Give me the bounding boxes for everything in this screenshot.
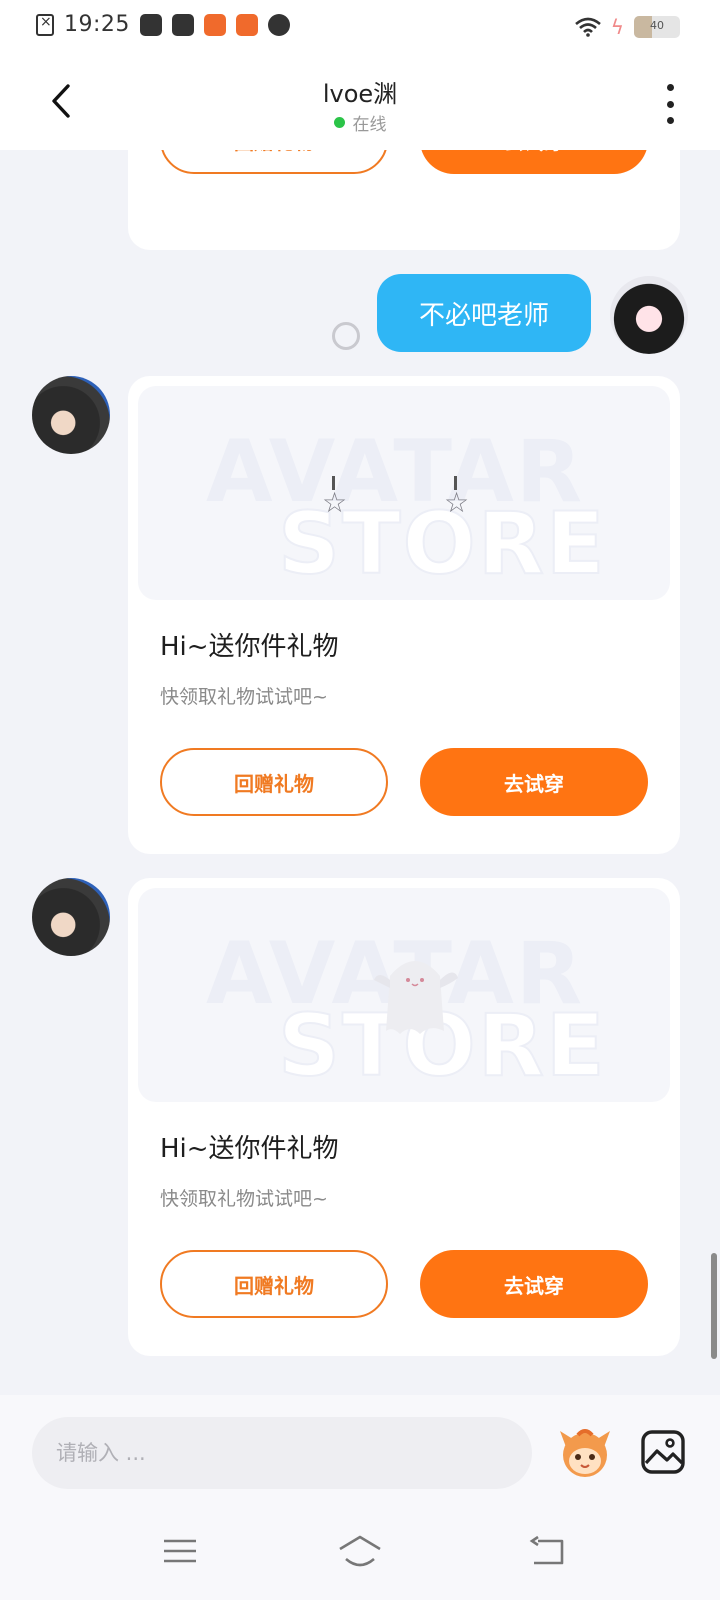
gift-back-button[interactable]: 回赠礼物 — [160, 150, 388, 174]
emoji-mascot-icon[interactable] — [556, 1425, 614, 1481]
back-icon[interactable] — [528, 1531, 568, 1571]
system-nav-bar — [0, 1503, 720, 1600]
notification-icon — [139, 13, 162, 36]
message-input-bar — [0, 1395, 720, 1503]
my-avatar[interactable] — [610, 276, 688, 354]
chat-header: lvoe渊 在线 — [0, 58, 720, 150]
try-on-button[interactable]: 去试穿 — [420, 748, 648, 816]
wifi-icon — [574, 17, 601, 37]
image-icon[interactable] — [640, 1429, 686, 1475]
gift-back-button[interactable]: 回赠礼物 — [160, 748, 388, 816]
charging-icon: ϟ — [610, 15, 624, 39]
status-bar-left: 19:25 — [36, 12, 290, 37]
online-status: 在线 — [0, 110, 720, 135]
friend-avatar[interactable] — [32, 878, 110, 956]
page-title: lvoe渊 — [322, 80, 398, 108]
gift-card-subtitle: 快领取礼物试试吧~ — [160, 686, 328, 708]
online-dot-icon — [333, 117, 345, 128]
scrollbar[interactable] — [711, 1253, 717, 1359]
gift-card-subtitle: 快领取礼物试试吧~ — [160, 1188, 328, 1210]
gift-preview-image[interactable]: AVATAR STORE ☆ ☆ — [138, 386, 670, 600]
menu-icon[interactable] — [160, 1531, 200, 1571]
gift-back-button[interactable]: 回赠礼物 — [160, 1250, 388, 1318]
star-earring-icon: ☆ — [444, 476, 469, 519]
status-bar: 19:25 ϟ 40 — [0, 0, 720, 58]
notification-icon — [171, 13, 194, 36]
play-icon — [267, 13, 290, 36]
online-status-text: 在线 — [352, 115, 387, 135]
app-notification-icon — [203, 13, 226, 36]
gift-card: AVATAR STORE ☆ ☆ Hi~送你件礼物 快领取礼物试试吧~ 回赠礼物… — [128, 376, 680, 854]
gift-preview-image[interactable]: AVATAR STORE — [138, 888, 670, 1102]
ghost-costume-icon — [374, 961, 458, 1034]
try-on-button[interactable]: 去试穿 — [420, 1250, 648, 1318]
gift-card: AVATAR STORE Hi~送你件礼物 快领取礼物试试吧~ 回赠礼物 去试穿 — [128, 878, 680, 1356]
chat-list[interactable]: 回赠礼物 去试穿 不必吧老师 AVATAR STORE ☆ ☆ Hi~送你件礼物… — [0, 150, 720, 1395]
try-on-button[interactable]: 去试穿 — [420, 150, 648, 174]
gift-card-title: Hi~送你件礼物 — [160, 632, 339, 662]
send-status-icon — [332, 322, 360, 350]
app-notification-icon — [235, 13, 258, 36]
outgoing-message-bubble[interactable]: 不必吧老师 — [377, 274, 591, 352]
star-earring-icon: ☆ — [322, 476, 347, 519]
message-input[interactable] — [32, 1417, 532, 1489]
sim-icon — [36, 13, 54, 36]
friend-avatar[interactable] — [32, 376, 110, 454]
more-vertical-icon[interactable] — [662, 84, 678, 124]
status-bar-right: ϟ 40 — [574, 15, 680, 39]
gift-card: 回赠礼物 去试穿 — [128, 150, 680, 250]
battery-level: 40 — [650, 19, 664, 32]
gift-card-title: Hi~送你件礼物 — [160, 1134, 339, 1164]
home-icon[interactable] — [336, 1531, 384, 1571]
battery-icon: 40 — [634, 16, 680, 38]
status-time: 19:25 — [64, 12, 130, 37]
